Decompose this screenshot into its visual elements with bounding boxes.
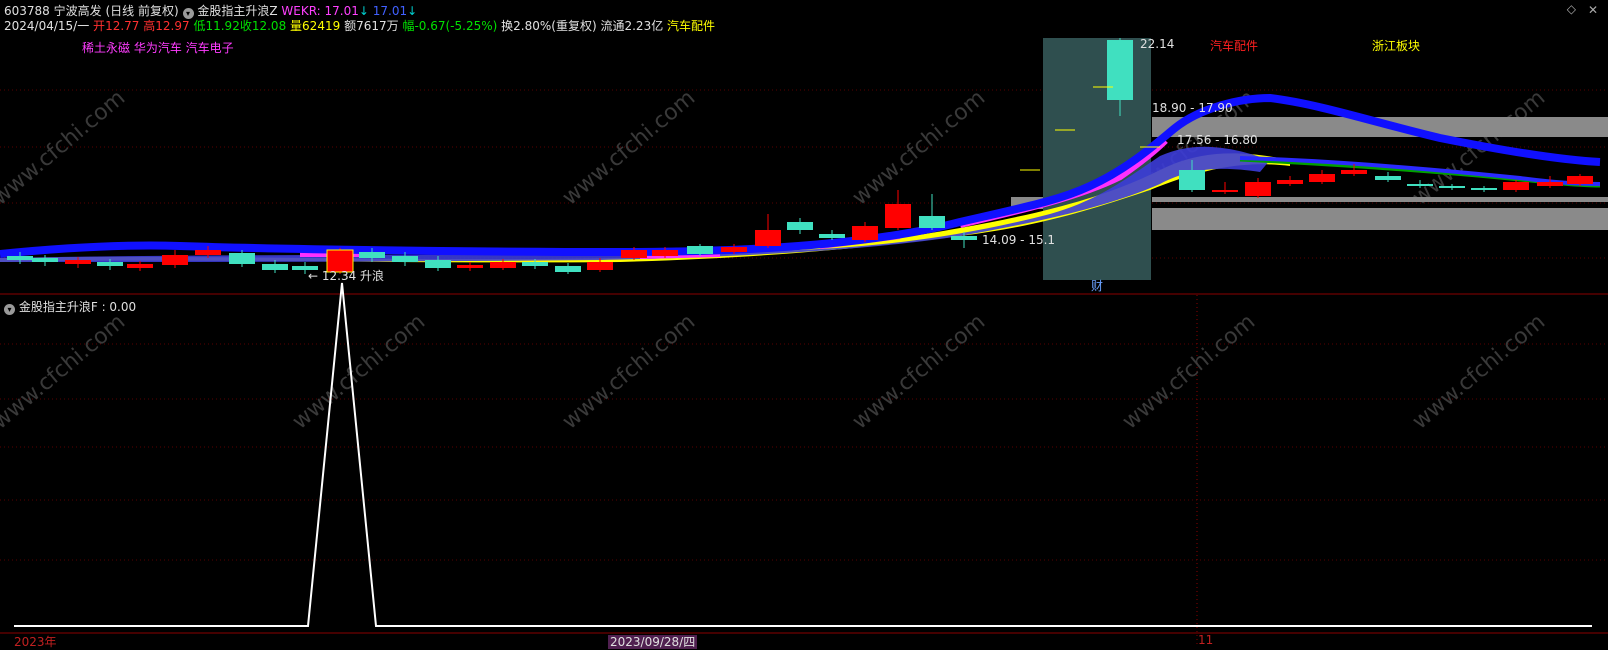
- candle-body: [262, 264, 288, 270]
- candle-body: [1471, 188, 1497, 190]
- candle-body: [1212, 190, 1238, 192]
- candle-body: [587, 262, 613, 270]
- candle-body: [1503, 182, 1529, 190]
- watermark-text: www.cfchi.com: [558, 309, 700, 434]
- candle-body: [555, 266, 581, 272]
- watermark-text: www.cfchi.com: [848, 309, 990, 434]
- candle-body: [65, 260, 91, 264]
- watermark-text: www.cfchi.com: [848, 85, 990, 210]
- candle-body: [852, 226, 878, 240]
- candle-body: [7, 256, 33, 260]
- candle-body: [1439, 186, 1465, 188]
- candle-body: [885, 204, 911, 228]
- support-zone-upper: [1152, 197, 1608, 202]
- candle-body: [359, 252, 385, 258]
- candle-body: [787, 222, 813, 230]
- candle-body: [919, 216, 945, 228]
- range3-label: 14.09 - 15.1: [982, 233, 1055, 247]
- candle-body: [1375, 176, 1401, 180]
- candle-body: [1245, 182, 1271, 196]
- watermark-text: www.cfchi.com: [1118, 309, 1260, 434]
- candle-body: [1407, 184, 1433, 186]
- candle-body: [32, 258, 58, 262]
- sub-indicator-value: : 0.00: [101, 300, 137, 314]
- candle-body: [457, 265, 483, 268]
- candle-body: [1309, 174, 1335, 182]
- candle-body: [755, 230, 781, 246]
- candle-body: [1537, 182, 1563, 186]
- support-zone: [1152, 208, 1608, 230]
- candle-body: [229, 253, 255, 264]
- candle-body: [951, 236, 977, 240]
- candle-body: [1341, 170, 1367, 174]
- peak-price-label: 22.14: [1140, 37, 1174, 51]
- candle-body: [392, 256, 418, 262]
- candle-body: [522, 262, 548, 266]
- sector-annotation-yellow: 浙江板块: [1372, 39, 1420, 53]
- sector-annotation-red: 汽车配件: [1210, 38, 1258, 53]
- chevron-down-icon[interactable]: ▾: [4, 304, 15, 315]
- candle-body: [621, 250, 647, 258]
- candle-body: [97, 262, 123, 266]
- candle-body: [1567, 176, 1593, 184]
- candle-body: [195, 250, 221, 255]
- candle-body: [1277, 180, 1303, 184]
- candle-body: [1107, 40, 1133, 100]
- watermark-text: www.cfchi.com: [0, 309, 130, 434]
- sub-grid: [0, 343, 1608, 561]
- watermark-text: www.cfchi.com: [0, 85, 130, 210]
- candle-body: [652, 250, 678, 256]
- candlesticks: [7, 38, 1593, 274]
- candle-body: [687, 246, 713, 254]
- sub-indicator-name[interactable]: 金股指主升浪F: [19, 300, 98, 314]
- range2-label: 17.56 - 16.80: [1177, 133, 1258, 147]
- sub-indicator-line: [14, 282, 1592, 627]
- candle-body: [1179, 170, 1205, 190]
- sub-panel-header: ▾ 金股指主升浪F : 0.00: [4, 298, 136, 315]
- candle-body: [127, 264, 153, 268]
- cursor-date-badge: 2023/09/28/四: [608, 635, 698, 649]
- finance-marker: 财: [1091, 279, 1103, 293]
- watermark-text: www.cfchi.com: [1408, 309, 1550, 434]
- axis-year: 2023年: [14, 635, 57, 649]
- candle-body: [721, 247, 747, 252]
- axis-cursor-date: 2023/09/28/四: [608, 633, 698, 650]
- price-chart[interactable]: www.cfchi.com www.cfchi.com www.cfchi.co…: [0, 0, 1608, 646]
- candle-body: [490, 262, 516, 268]
- range1-label: 18.90 - 17.90: [1152, 101, 1233, 115]
- candle-body: [425, 260, 451, 268]
- candle-body: [819, 234, 845, 238]
- watermark-text: www.cfchi.com: [558, 85, 700, 210]
- low-price-label: ← 12.34 升浪: [308, 268, 384, 283]
- candle-body: [162, 255, 188, 265]
- watermark-text: www.cfchi.com: [288, 309, 430, 434]
- axis-month: 11: [1198, 633, 1214, 647]
